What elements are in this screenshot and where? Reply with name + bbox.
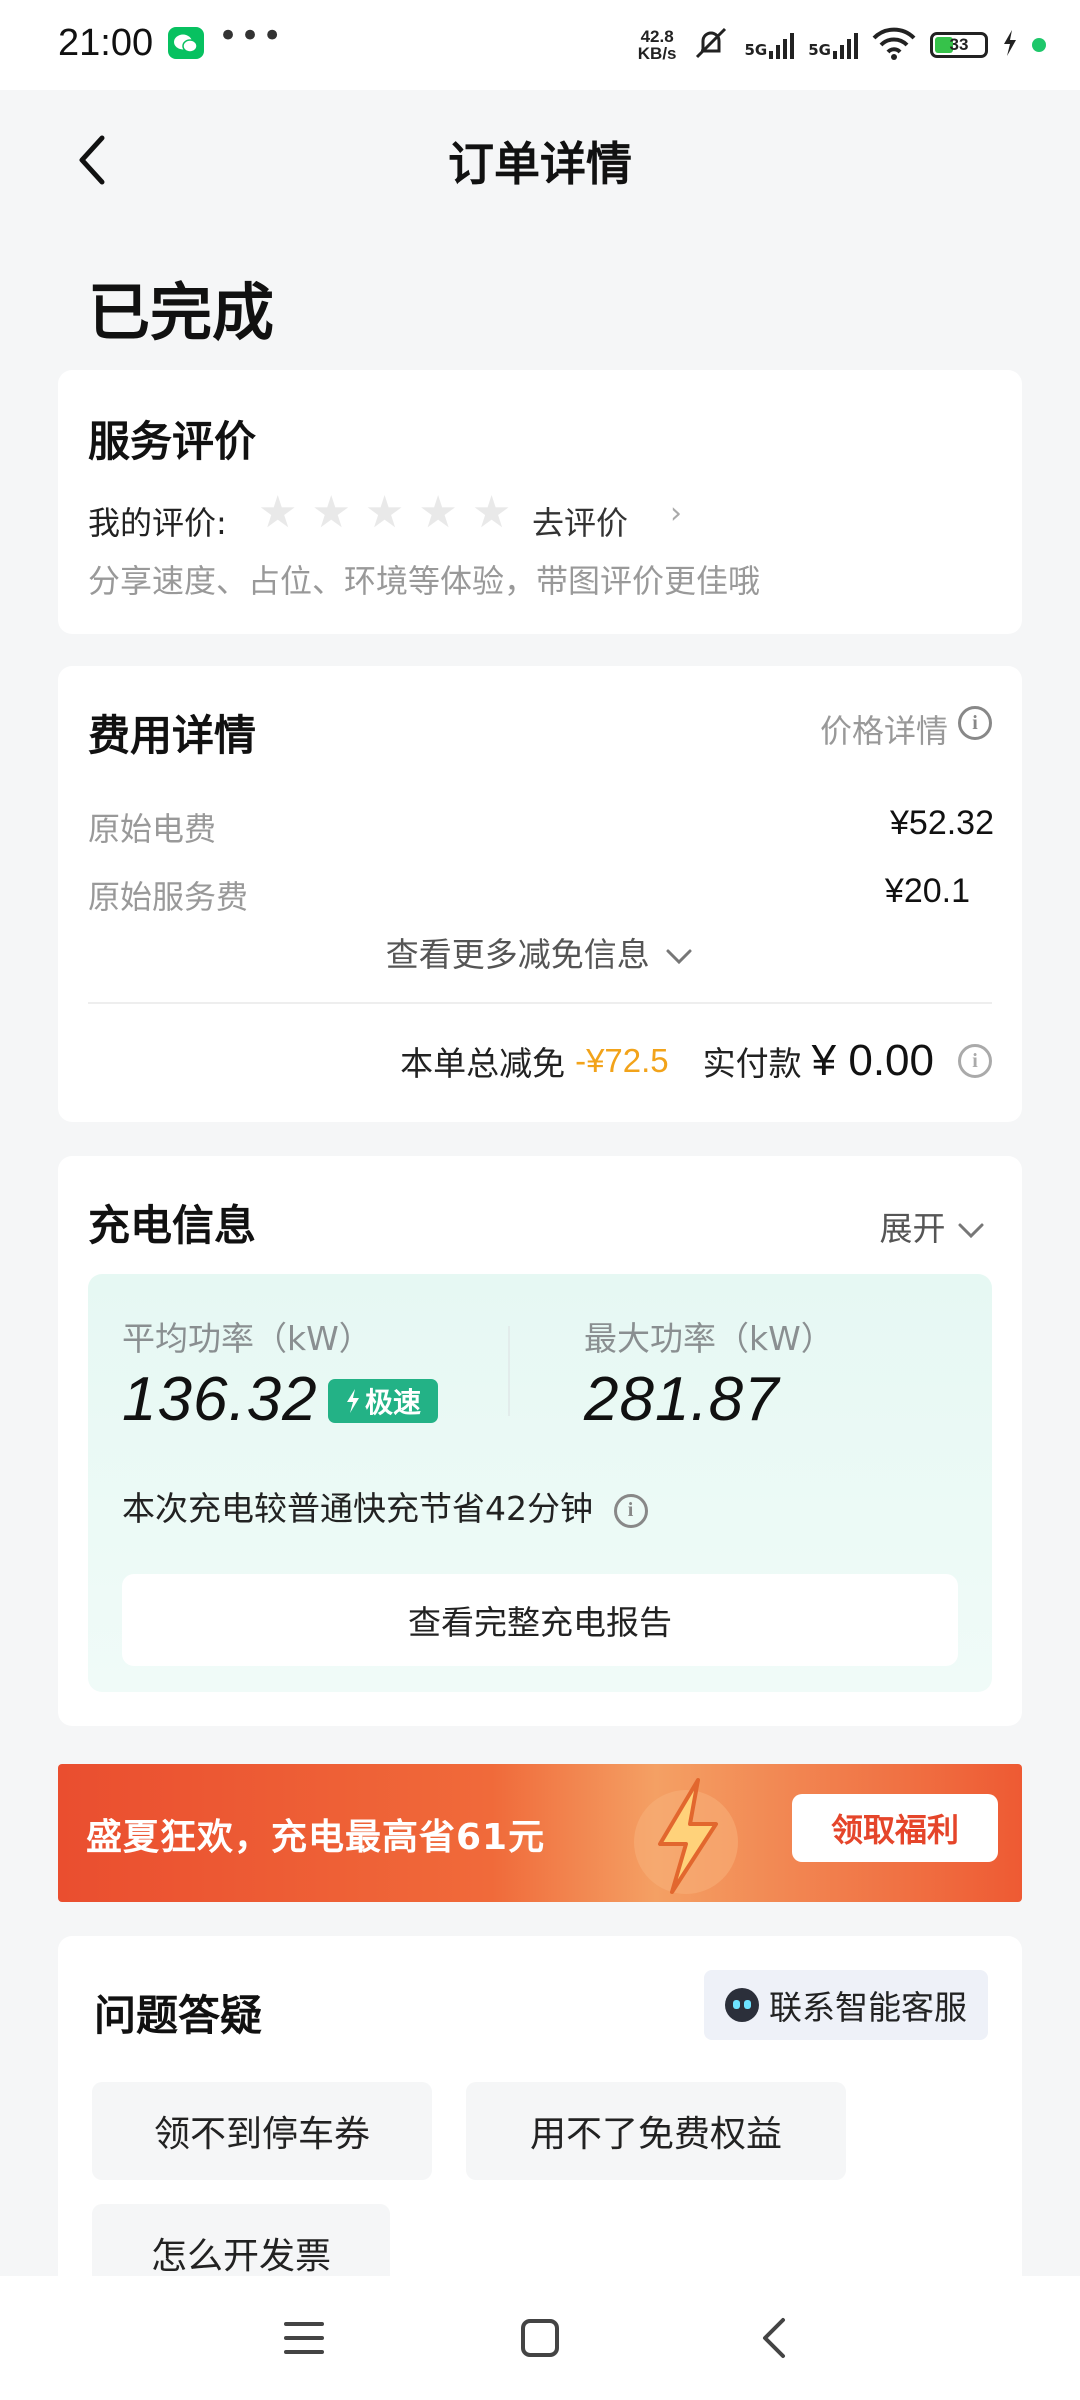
service-review-card: 服务评价 我的评价: ★ ★ ★ ★ ★ 去评价 › 分享速度、占位、环境等体验…	[58, 370, 1022, 634]
order-status: 已完成	[88, 276, 275, 349]
payment-summary: 本单总减免 -¥72.5 实付款 ¥ 0.00 i	[400, 1036, 992, 1086]
stats-separator	[508, 1326, 510, 1416]
faq-chip[interactable]: 用不了免费权益	[466, 2082, 846, 2180]
robot-assistant-icon	[725, 1988, 759, 2022]
fee-row-label: 原始电费	[88, 810, 217, 848]
fee-card-title: 费用详情	[88, 711, 257, 760]
avg-power-label: 平均功率（kW）	[122, 1319, 372, 1358]
menu-icon[interactable]	[270, 2304, 338, 2372]
wifi-icon	[872, 26, 916, 64]
time-saved-label: 本次充电较普通快充节省42分钟	[122, 1489, 593, 1528]
paid-amount: ¥ 0.00	[811, 1036, 934, 1085]
star-icon[interactable]: ★	[365, 488, 404, 538]
max-power-value: 281.87	[584, 1365, 780, 1434]
price-detail-link[interactable]: 价格详情	[820, 706, 948, 752]
avg-power-value: 136.32	[122, 1365, 318, 1434]
network-speed-value: 42.8	[640, 27, 674, 46]
promo-text: 盛夏狂欢，充电最高省61元	[86, 1817, 546, 1858]
fee-row-value: ¥52.32	[890, 804, 994, 842]
customer-service-button[interactable]: 联系智能客服	[704, 1970, 988, 2040]
wechat-notification-icon	[168, 27, 204, 59]
chevron-down-icon	[666, 949, 692, 964]
network-speed: 42.8 KB/s	[638, 28, 677, 62]
star-icon[interactable]: ★	[418, 488, 457, 538]
review-hint: 分享速度、占位、环境等体验，带图评价更佳哦	[88, 562, 761, 600]
mute-icon	[691, 23, 731, 67]
fee-row-label: 原始服务费	[88, 878, 249, 916]
signal-sim2-icon: 5G	[808, 31, 858, 59]
charging-card-title: 充电信息	[88, 1201, 257, 1250]
charging-bolt-icon	[1002, 30, 1018, 60]
info-icon[interactable]: i	[958, 706, 992, 740]
rating-stars[interactable]: ★ ★ ★ ★ ★	[258, 488, 511, 538]
sim1-label: 5G	[744, 41, 768, 59]
total-discount-value: -¥72.5	[575, 1042, 669, 1079]
star-icon[interactable]: ★	[311, 488, 350, 538]
more-discount-label: 查看更多减免信息	[385, 935, 650, 974]
page-title: 订单详情	[448, 137, 632, 191]
go-review-link[interactable]: 去评价	[532, 498, 628, 544]
battery-icon: 33	[930, 32, 988, 58]
home-icon[interactable]	[506, 2304, 574, 2372]
status-indicators: 42.8 KB/s 5G 5G 33	[638, 22, 1046, 68]
battery-level: 33	[949, 35, 969, 54]
total-discount-label: 本单总减免	[400, 1044, 566, 1083]
review-card-title: 服务评价	[88, 417, 257, 466]
fee-row-value: ¥20.1	[884, 872, 970, 910]
system-navigation-bar	[0, 2276, 1080, 2400]
privacy-indicator-dot	[1032, 38, 1046, 52]
expand-toggle[interactable]: 展开	[880, 1202, 987, 1250]
star-icon[interactable]: ★	[258, 488, 297, 538]
promo-banner[interactable]: 盛夏狂欢，充电最高省61元 领取福利	[58, 1764, 1022, 1902]
fast-charge-badge: 极速	[328, 1379, 438, 1423]
info-icon[interactable]: i	[613, 1493, 648, 1528]
fast-badge-label: 极速	[364, 1386, 421, 1419]
paid-label: 实付款	[702, 1044, 802, 1083]
info-icon[interactable]: i	[958, 1044, 992, 1078]
faq-card: 问题答疑 联系智能客服 领不到停车券 用不了免费权益 怎么开发票	[58, 1936, 1022, 2302]
claim-benefit-button[interactable]: 领取福利	[792, 1794, 998, 1862]
status-time: 21:00	[58, 22, 154, 64]
full-report-button[interactable]: 查看完整充电报告	[122, 1574, 958, 1666]
back-nav-icon[interactable]	[740, 2304, 808, 2372]
charging-stats-panel: 平均功率（kW） 136.32 极速 最大功率（kW） 281.87 本次充电较…	[88, 1274, 992, 1692]
network-speed-unit: KB/s	[637, 44, 677, 63]
more-notifications-icon: •••	[218, 16, 285, 56]
my-rating-label: 我的评价:	[88, 504, 227, 542]
signal-sim1-icon: 5G	[745, 31, 795, 59]
sim2-label: 5G	[808, 41, 831, 59]
chevron-right-icon: ›	[670, 496, 682, 531]
more-discount-toggle[interactable]: 查看更多减免信息	[58, 928, 1022, 976]
lightning-graphic-icon	[616, 1772, 756, 1901]
faq-card-title: 问题答疑	[94, 1991, 263, 2040]
fee-details-card: 费用详情 价格详情 i 原始电费 ¥52.32 原始服务费 ¥20.1 查看更多…	[58, 666, 1022, 1122]
time-saved-text: 本次充电较普通快充节省42分钟 i	[122, 1482, 648, 1530]
charging-info-card: 充电信息 展开 平均功率（kW） 136.32 极速 最大功率（kW） 281.…	[58, 1156, 1022, 1726]
divider	[88, 1002, 992, 1004]
customer-service-label: 联系智能客服	[769, 1988, 967, 2027]
faq-chip[interactable]: 领不到停车券	[92, 2082, 432, 2180]
chevron-down-icon	[958, 1223, 984, 1238]
max-power-label: 最大功率（kW）	[584, 1319, 834, 1358]
page-header: 订单详情	[0, 90, 1080, 230]
bolt-icon	[346, 1389, 359, 1413]
star-icon[interactable]: ★	[472, 488, 511, 538]
status-bar: 21:00 ••• 42.8 KB/s 5G 5G 33	[0, 0, 1080, 90]
expand-label: 展开	[879, 1209, 946, 1248]
